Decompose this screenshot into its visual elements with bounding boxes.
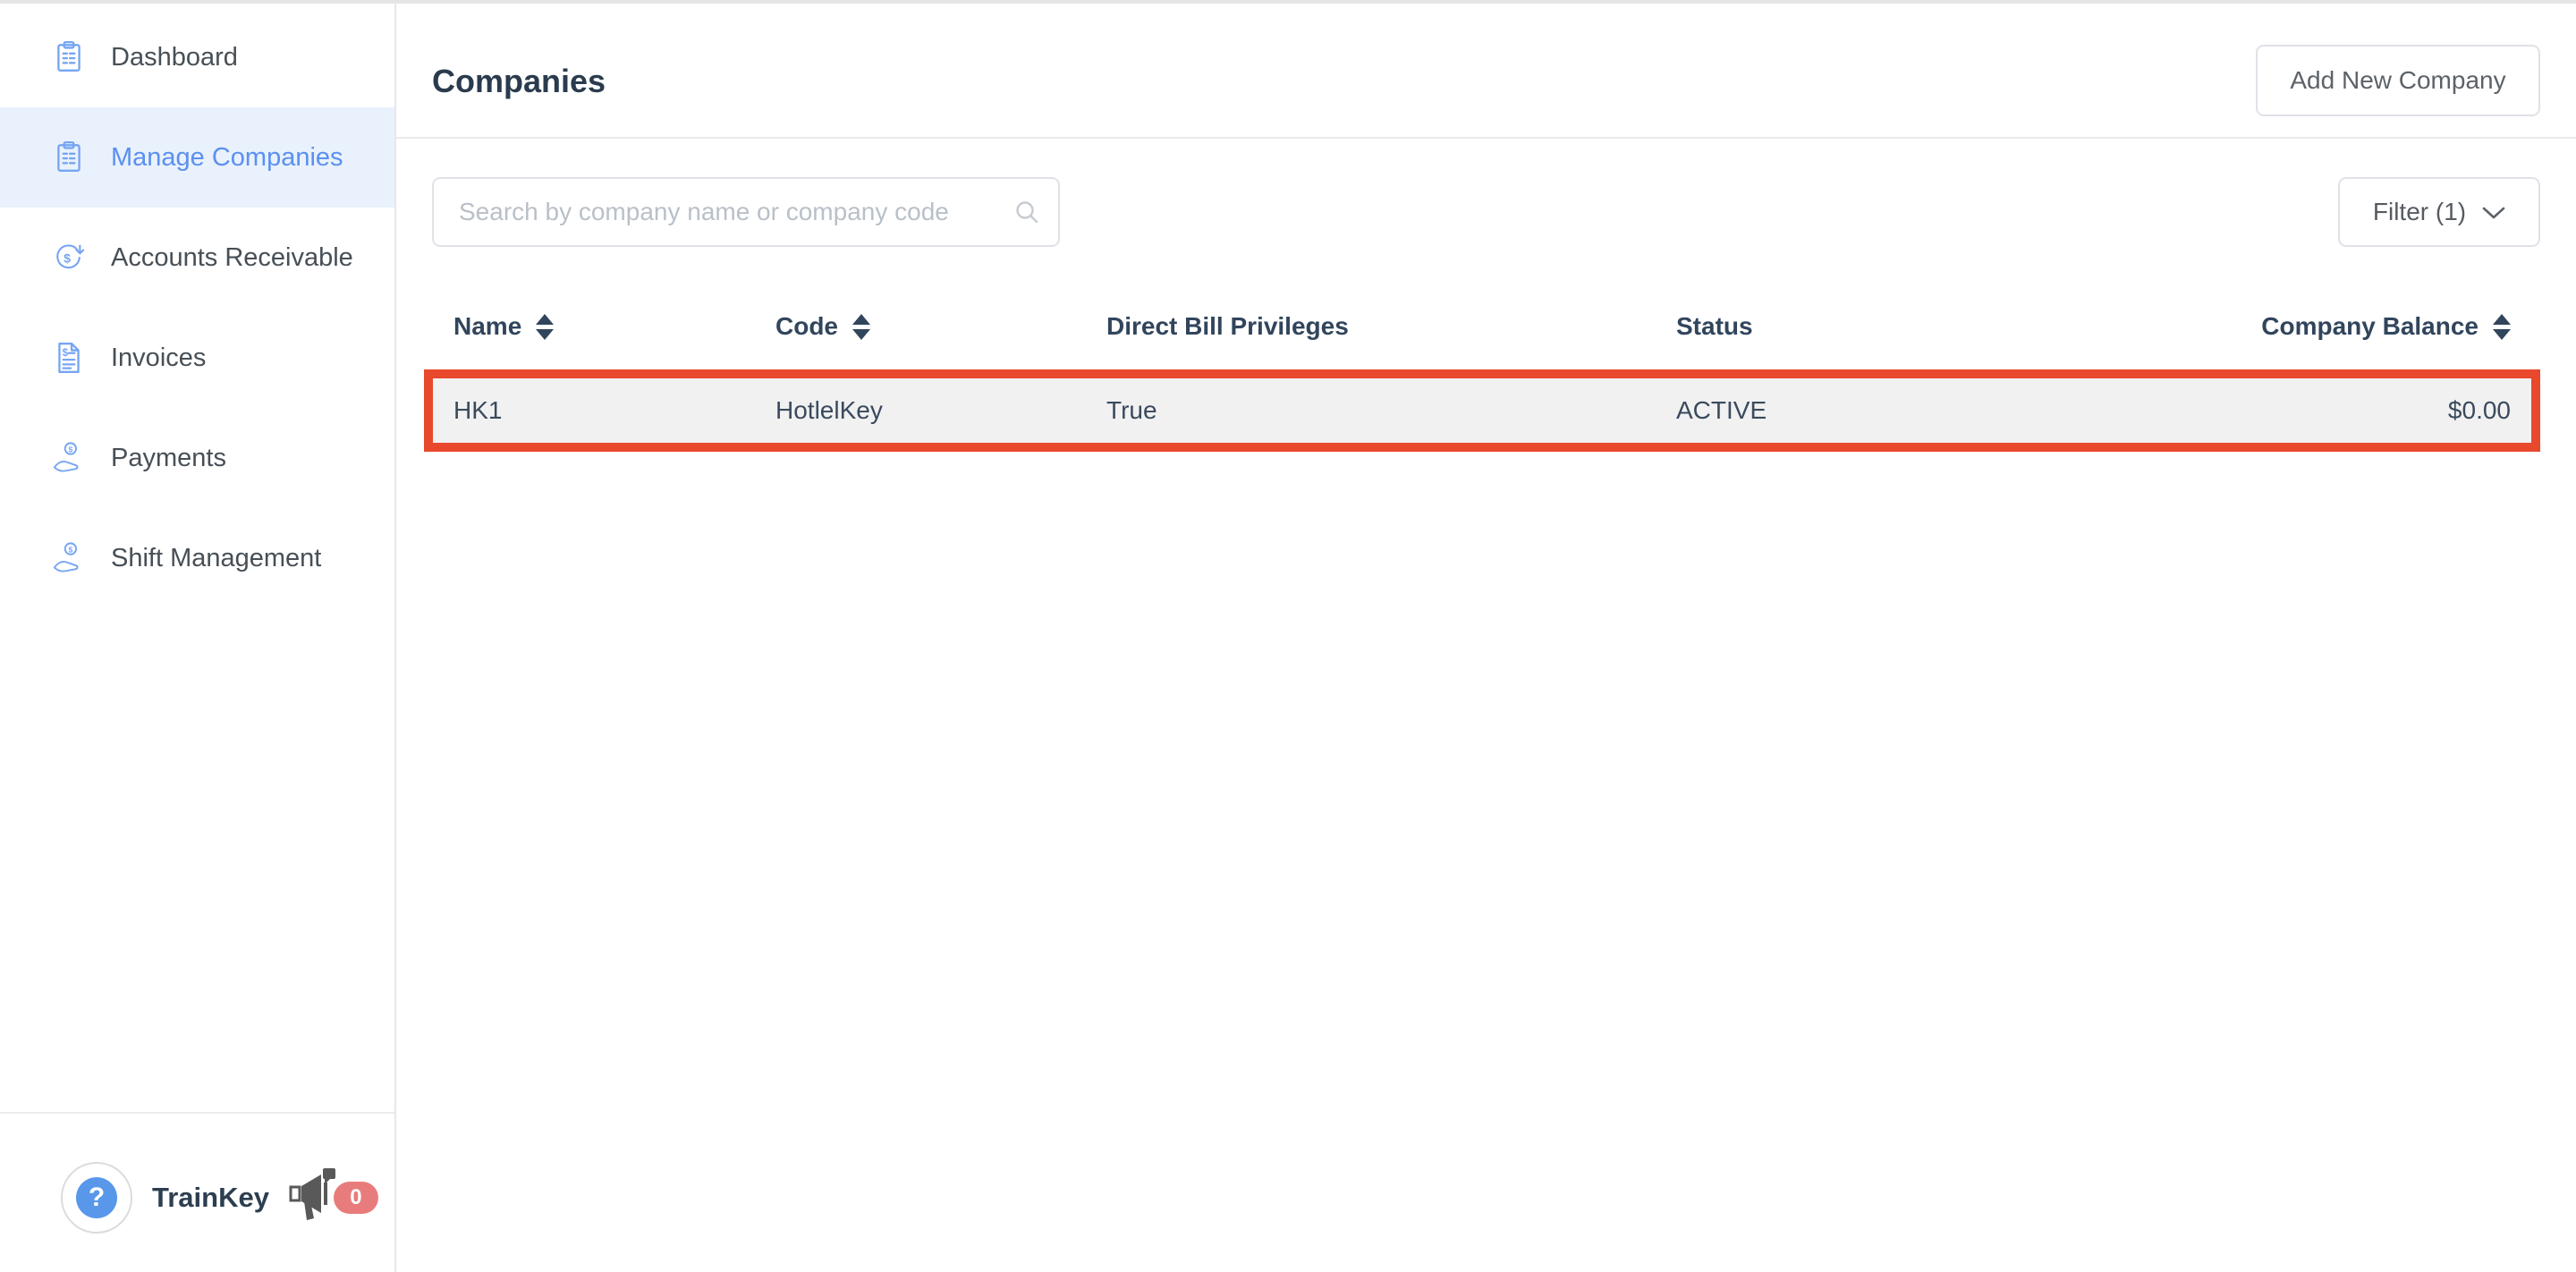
sidebar-item-accounts-receivable[interactable]: $ Accounts Receivable [0, 208, 394, 308]
column-header-status: Status [1676, 312, 2186, 341]
page-header: Companies Add New Company [396, 4, 2576, 139]
sidebar: Dashboard Manage Companies $ [0, 0, 396, 1272]
column-header-name[interactable]: Name [453, 312, 775, 341]
svg-text:$: $ [69, 445, 73, 454]
filter-label: Filter (1) [2373, 198, 2466, 226]
toolbar: Filter (1) [396, 177, 2576, 247]
question-mark-icon: ? [76, 1177, 117, 1218]
notification-badge: 0 [334, 1182, 378, 1214]
sidebar-item-label: Invoices [111, 343, 206, 373]
sidebar-item-label: Shift Management [111, 544, 321, 573]
search-input[interactable] [432, 177, 1060, 247]
sidebar-item-invoices[interactable]: $ Invoices [0, 308, 394, 408]
invoice-document-icon: $ [52, 341, 86, 375]
announcements-widget[interactable]: 0 [289, 1168, 378, 1226]
sidebar-item-dashboard[interactable]: Dashboard [0, 7, 394, 107]
column-label: Code [775, 312, 838, 341]
trainkey-brand-label: TrainKey [152, 1182, 269, 1214]
sidebar-item-label: Manage Companies [111, 143, 343, 173]
search-box [432, 177, 1060, 247]
add-new-company-button[interactable]: Add New Company [2256, 45, 2540, 116]
column-header-company-balance[interactable]: Company Balance [2186, 312, 2511, 341]
cell-status: ACTIVE [1676, 396, 2186, 425]
clipboard-list-icon [52, 40, 86, 74]
table-row-hk1[interactable]: HK1 HotlelKey True ACTIVE $0.00 [433, 378, 2531, 443]
annotation-highlight-box: HK1 HotlelKey True ACTIVE $0.00 [424, 369, 2540, 452]
main-content: Companies Add New Company Filter (1) [396, 4, 2576, 1272]
column-label: Company Balance [2261, 312, 2479, 341]
cell-name: HK1 [453, 396, 775, 425]
hand-coin-icon: $ [52, 441, 86, 475]
sidebar-item-payments[interactable]: $ Payments [0, 408, 394, 508]
clipboard-list-icon [52, 140, 86, 174]
search-icon [1013, 199, 1040, 230]
filter-button[interactable]: Filter (1) [2338, 177, 2540, 247]
hand-coin-icon: $ [52, 541, 86, 575]
sidebar-item-label: Dashboard [111, 43, 238, 72]
page-title: Companies [432, 63, 606, 100]
top-divider [0, 0, 2576, 4]
cell-company-balance: $0.00 [2186, 396, 2511, 425]
sort-icon[interactable] [852, 314, 870, 340]
companies-table: Name Code Direct Bill Privileges Status … [424, 299, 2540, 452]
money-receive-icon: $ [52, 241, 86, 275]
svg-text:$: $ [64, 252, 71, 267]
sidebar-item-manage-companies[interactable]: Manage Companies [0, 107, 394, 208]
svg-text:$: $ [69, 545, 73, 554]
cell-direct-bill-privileges: True [1106, 396, 1676, 425]
column-header-code[interactable]: Code [775, 312, 1106, 341]
sidebar-item-label: Accounts Receivable [111, 243, 353, 273]
sort-icon[interactable] [2493, 314, 2511, 340]
sidebar-item-shift-management[interactable]: $ Shift Management [0, 508, 394, 608]
sidebar-item-label: Payments [111, 444, 226, 473]
column-label: Name [453, 312, 521, 341]
column-label: Direct Bill Privileges [1106, 312, 1349, 341]
table-header-row: Name Code Direct Bill Privileges Status … [424, 299, 2540, 354]
column-header-direct-bill-privileges: Direct Bill Privileges [1106, 312, 1676, 341]
sidebar-nav: Dashboard Manage Companies $ [0, 0, 394, 608]
sort-icon[interactable] [536, 314, 554, 340]
sidebar-footer: ? TrainKey 0 [0, 1112, 394, 1272]
chevron-down-icon [2482, 198, 2505, 226]
cell-code: HotlelKey [775, 396, 1106, 425]
column-label: Status [1676, 312, 1753, 341]
megaphone-icon [289, 1168, 339, 1226]
help-button[interactable]: ? [61, 1162, 132, 1234]
svg-text:$: $ [63, 347, 69, 359]
